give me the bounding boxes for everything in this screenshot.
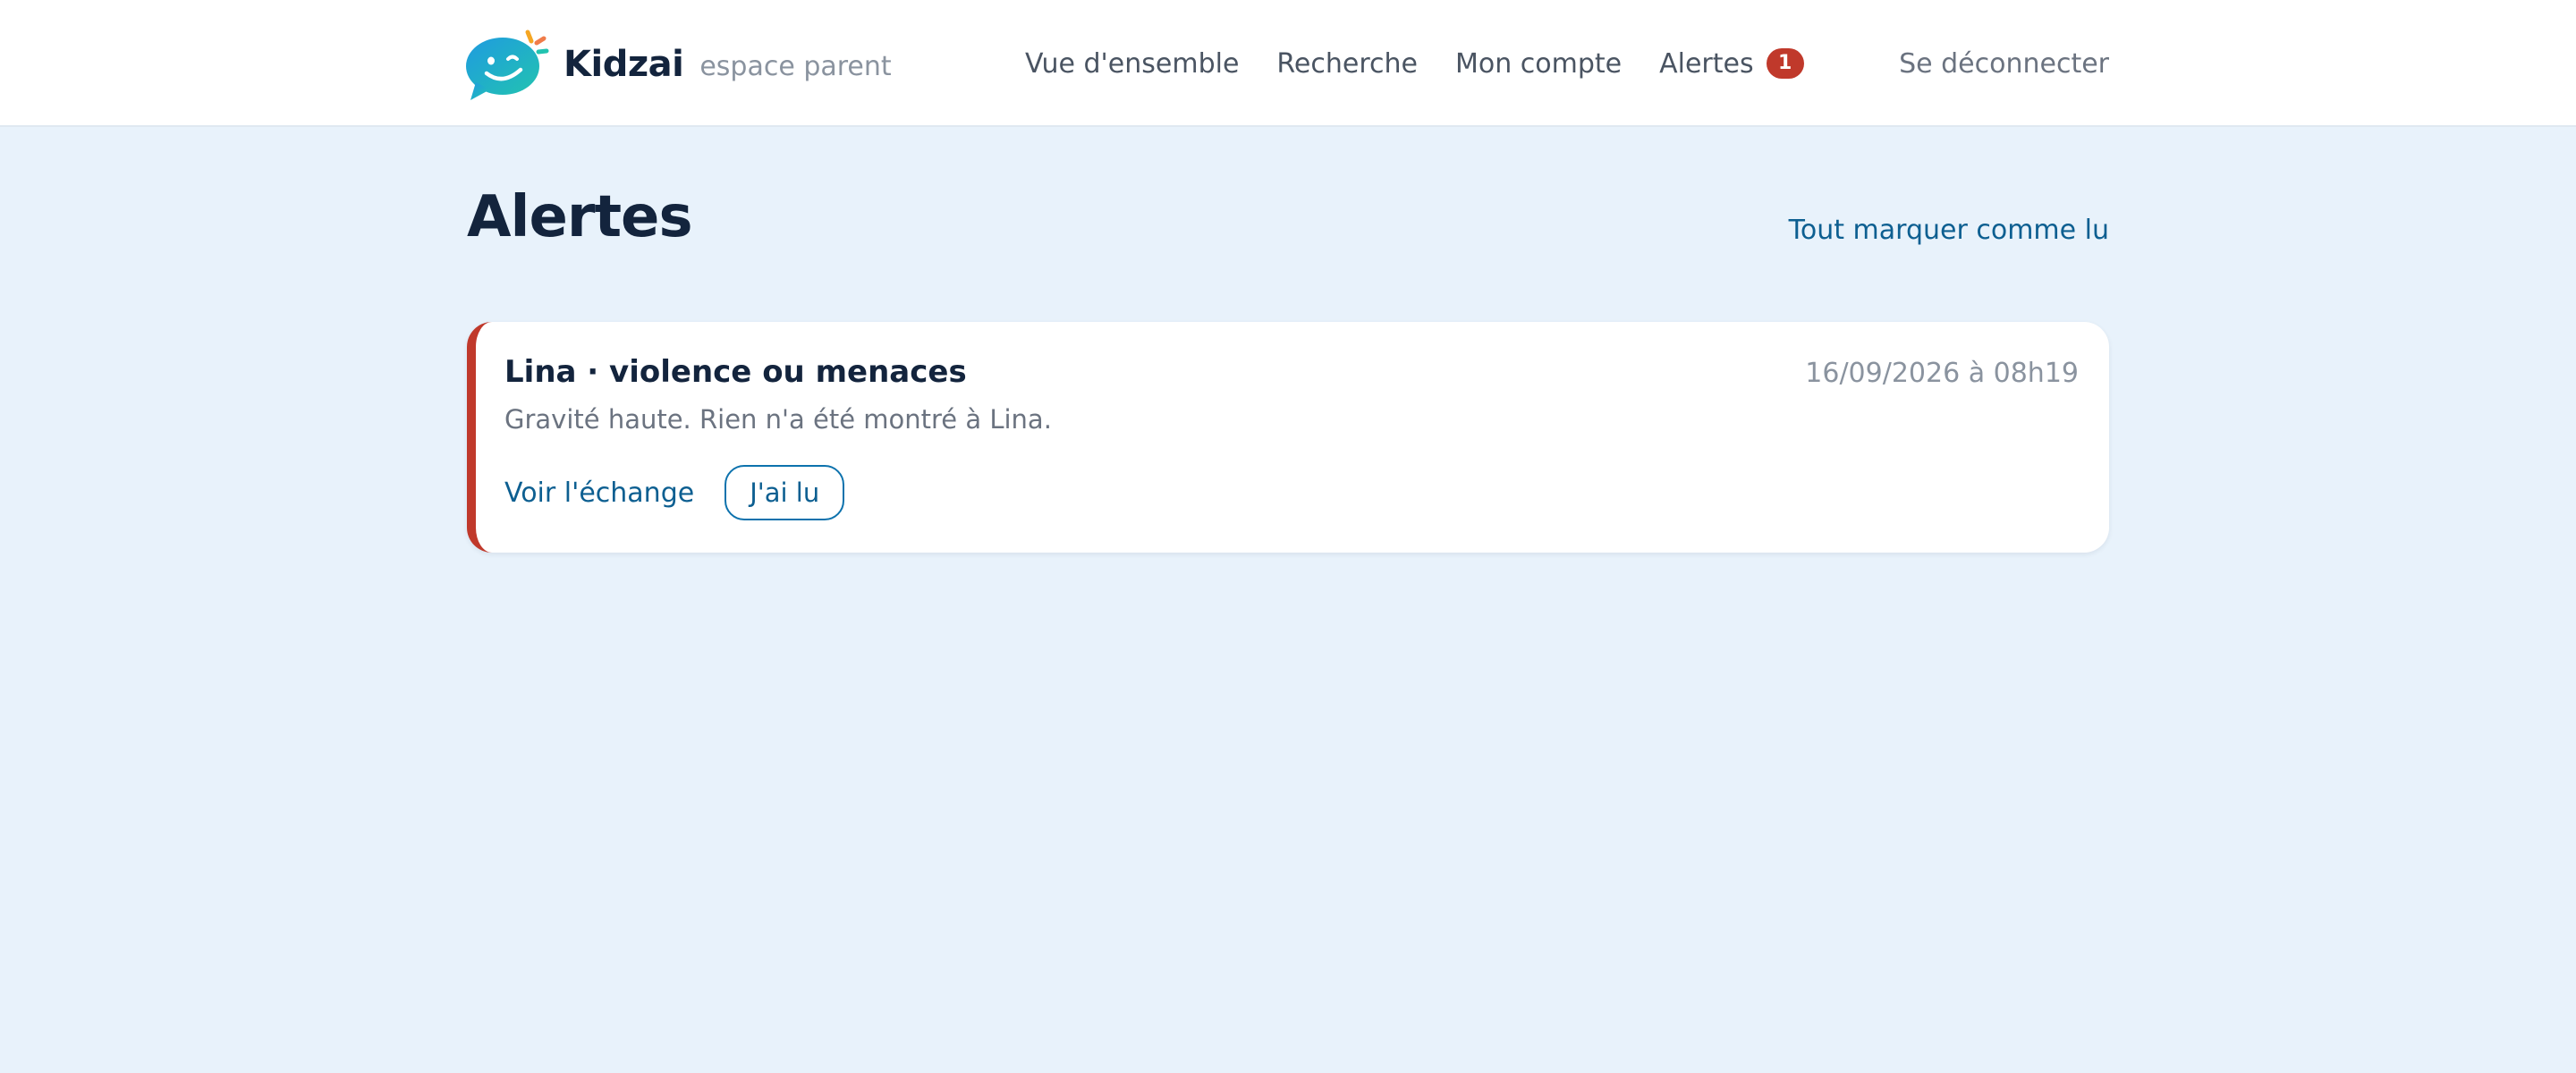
main-nav: Vue d'ensemble Recherche Mon compte Aler…: [1025, 0, 1842, 127]
brand-name: Kidzai: [564, 44, 684, 85]
smiling-speech-bubble-icon: [466, 30, 549, 100]
top-navigation-bar: Kidzai espace parent Vue d'ensemble Rech…: [0, 0, 2576, 127]
mark-all-read-link[interactable]: Tout marquer comme lu: [1789, 215, 2109, 246]
nav-item-account[interactable]: Mon compte: [1455, 48, 1622, 80]
brand-subtitle: espace parent: [699, 50, 892, 82]
alert-actions: Voir l'échange J'ai lu: [504, 465, 845, 520]
view-exchange-link[interactable]: Voir l'échange: [504, 477, 694, 509]
nav-item-label: Alertes: [1659, 47, 1754, 80]
mark-read-button[interactable]: J'ai lu: [724, 465, 845, 520]
nav-item-search[interactable]: Recherche: [1276, 48, 1418, 80]
nav-item-label: Recherche: [1276, 47, 1418, 80]
nav-item-label: Vue d'ensemble: [1025, 47, 1240, 80]
alert-description: Gravité haute. Rien n'a été montré à Lin…: [504, 404, 1052, 435]
logout-link[interactable]: Se déconnecter: [1899, 0, 2109, 127]
nav-item-overview[interactable]: Vue d'ensemble: [1025, 48, 1239, 80]
alerts-count-badge: 1: [1766, 48, 1804, 79]
page-title: Alertes: [467, 184, 693, 250]
nav-item-label: Mon compte: [1454, 47, 1623, 80]
alert-card: Lina · violence ou menaces 16/09/2026 à …: [467, 322, 2109, 553]
alert-timestamp: 16/09/2026 à 08h19: [1805, 358, 2079, 389]
nav-item-alerts[interactable]: Alertes 1: [1659, 48, 1804, 80]
alert-title: Lina · violence ou menaces: [504, 354, 967, 390]
brand[interactable]: Kidzai espace parent: [465, 27, 892, 102]
